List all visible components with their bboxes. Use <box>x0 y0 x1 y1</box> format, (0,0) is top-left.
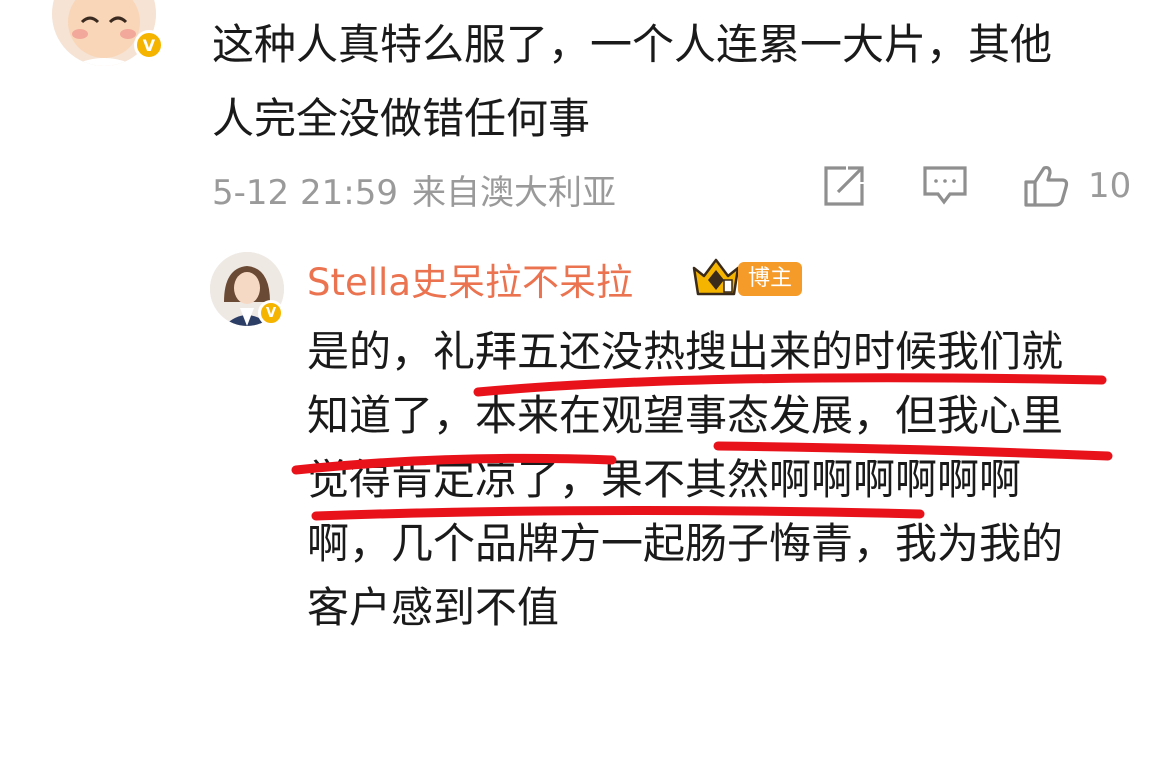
blogger-role-badge: 博主 <box>738 262 803 296</box>
share-icon[interactable] <box>822 164 866 212</box>
comment-text: 这种人真特么服了，一个人连累一大片，其他人完全没做错任何事 <box>212 20 1053 143</box>
comment-time: 5-12 21:59 <box>212 173 398 213</box>
reply-text: 是的，礼拜五还没热搜出来的时候我们就知道了，本来在观望事态发展，但我心里觉得肯定… <box>307 327 1064 632</box>
like-icon[interactable] <box>1022 164 1070 212</box>
comment-source: 来自澳大利亚 <box>411 173 616 213</box>
verified-badge-icon: V <box>134 30 164 60</box>
like-count: 10 <box>1088 166 1132 206</box>
crown-level-icon <box>690 254 742 302</box>
verified-badge-icon: V <box>258 300 284 326</box>
comment-icon[interactable] <box>922 164 968 212</box>
comment-meta: 5-12 21:59 来自澳大利亚 <box>212 165 616 214</box>
reply-author-name[interactable]: Stella史呆拉不呆拉 <box>307 252 633 306</box>
